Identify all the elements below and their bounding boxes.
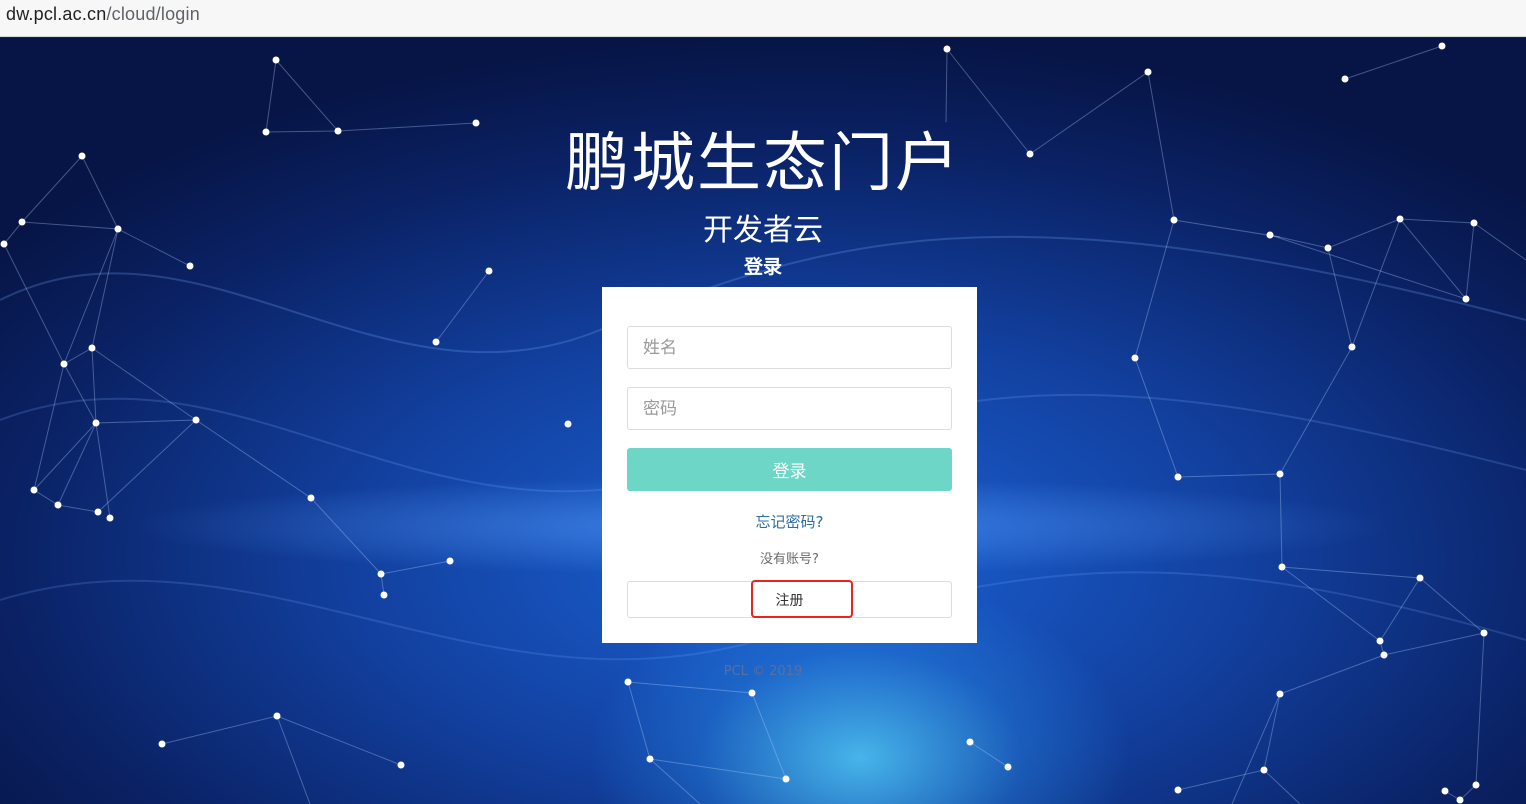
browser-address-bar[interactable]: dw.pcl.ac.cn/cloud/login <box>0 0 1526 37</box>
password-input[interactable] <box>627 387 952 430</box>
register-highlight-box <box>751 580 853 618</box>
name-input[interactable] <box>627 326 952 369</box>
url-path: /cloud/login <box>106 4 200 24</box>
page-title: 鹏城生态门户 <box>565 127 961 201</box>
footer-copyright: PCL © 2019 <box>723 664 803 679</box>
login-heading: 登录 <box>743 256 782 278</box>
url-host: dw.pcl.ac.cn <box>6 4 107 24</box>
forgot-password-link[interactable]: 忘记密码? <box>602 511 977 532</box>
no-account-text: 没有账号? <box>760 552 819 567</box>
login-button[interactable]: 登录 <box>627 448 952 491</box>
url-text[interactable]: dw.pcl.ac.cn/cloud/login <box>6 4 200 25</box>
page-subtitle: 开发者云 <box>703 213 823 248</box>
